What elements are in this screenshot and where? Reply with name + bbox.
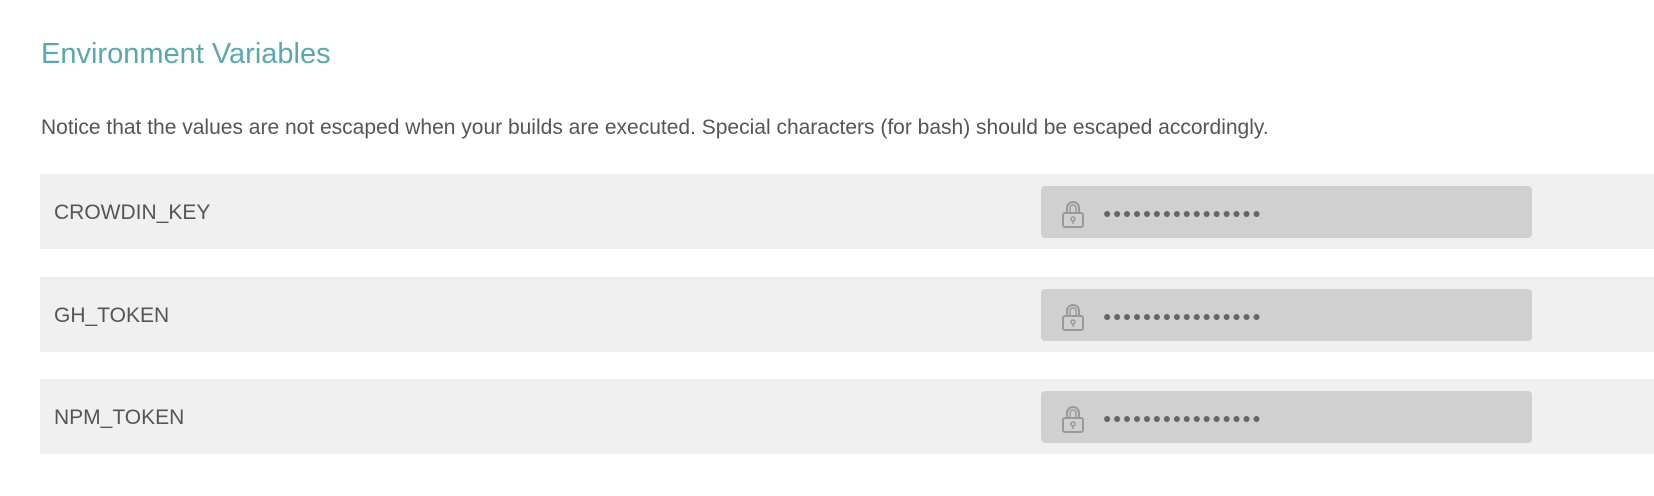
env-var-value-field[interactable]: ●●●●●●●●●●●●●●●● (1041, 186, 1532, 238)
masked-value: ●●●●●●●●●●●●●●●● (1103, 410, 1263, 426)
env-var-name: GH_TOKEN (54, 304, 170, 327)
notice-text: Notice that the values are not escaped w… (41, 116, 1269, 139)
env-var-row: NPM_TOKEN ●●●●●●●●●●●●●●●● (40, 379, 1654, 454)
lock-icon (1062, 201, 1084, 228)
env-var-name: NPM_TOKEN (54, 406, 185, 429)
lock-icon (1062, 304, 1084, 331)
env-var-value-field[interactable]: ●●●●●●●●●●●●●●●● (1041, 391, 1532, 443)
env-var-name: CROWDIN_KEY (54, 201, 211, 224)
env-var-row: GH_TOKEN ●●●●●●●●●●●●●●●● (40, 277, 1654, 352)
section-title: Environment Variables (41, 38, 331, 70)
masked-value: ●●●●●●●●●●●●●●●● (1103, 308, 1263, 324)
masked-value: ●●●●●●●●●●●●●●●● (1103, 205, 1263, 221)
env-var-value-field[interactable]: ●●●●●●●●●●●●●●●● (1041, 289, 1532, 341)
env-var-row: CROWDIN_KEY ●●●●●●●●●●●●●●●● (40, 174, 1654, 249)
lock-icon (1062, 406, 1084, 433)
